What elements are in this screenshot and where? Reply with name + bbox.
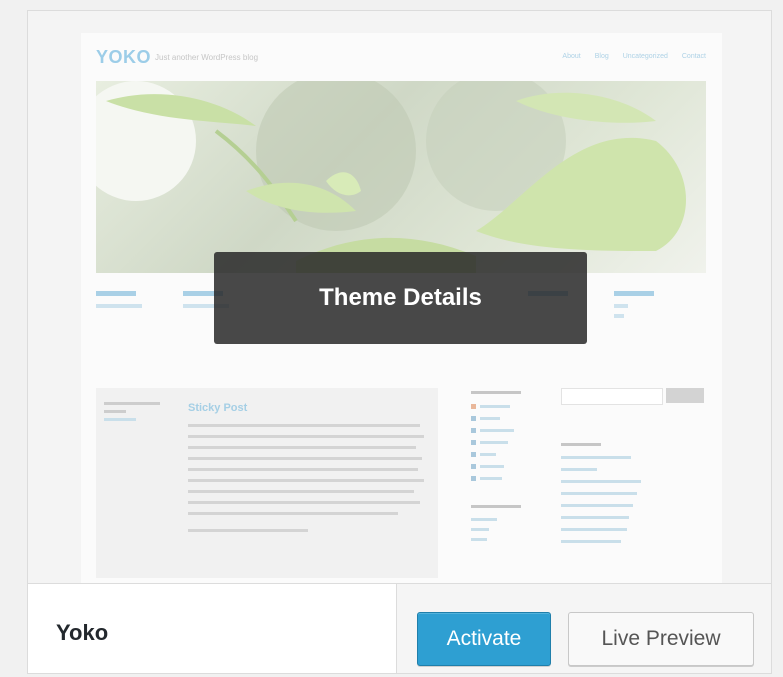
preview-logo: YOKO [96,47,152,67]
theme-card[interactable]: YOKO Just another WordPress blog About B… [27,10,772,674]
preview-sidebar-recent [561,388,706,552]
preview-tagline: Just another WordPress blog [155,53,259,62]
activate-button[interactable]: Activate [417,612,551,666]
preview-nav: About Blog Uncategorized Contact [562,53,706,60]
theme-details-button[interactable]: Theme Details [214,252,587,344]
theme-name: Yoko [56,620,109,645]
theme-screenshot[interactable]: YOKO Just another WordPress blog About B… [28,11,771,583]
preview-nav-item: Contact [681,53,706,60]
preview-nav-item: Blog [594,53,609,60]
preview-sidebar-social [471,391,521,548]
live-preview-button[interactable]: Live Preview [568,612,754,666]
preview-nav-item: About [562,53,581,60]
theme-actions: Activate Live Preview [396,583,771,673]
theme-card-footer: Yoko Activate Live Preview [28,583,771,673]
preview-hero-image [96,81,706,273]
preview-nav-item: Uncategorized [622,53,668,60]
preview-post-title: Sticky Post [188,402,248,414]
preview-post: Sticky Post [96,388,438,578]
